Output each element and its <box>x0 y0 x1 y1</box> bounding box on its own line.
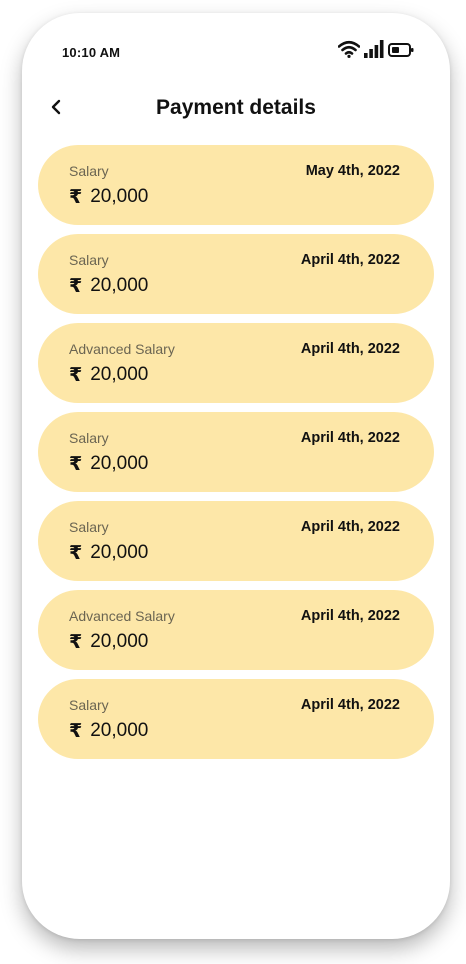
payment-date: April 4th, 2022 <box>300 341 400 357</box>
payment-amount: ₹ 20,000 <box>69 720 148 742</box>
rupee-icon: ₹ <box>69 186 83 208</box>
payment-date: April 4th, 2022 <box>300 430 400 446</box>
payment-card[interactable]: Salary April 4th, 2022 ₹ 20,000 <box>38 501 434 581</box>
payment-card[interactable]: Salary April 4th, 2022 ₹ 20,000 <box>38 679 434 759</box>
rupee-icon: ₹ <box>69 275 83 297</box>
payment-type: Advanced Salary <box>69 341 175 357</box>
payment-card[interactable]: Salary April 4th, 2022 ₹ 20,000 <box>38 234 434 314</box>
payment-type: Salary <box>69 163 109 179</box>
amount-value: 20,000 <box>90 542 149 563</box>
payment-type: Salary <box>69 430 109 446</box>
amount-value: 20,000 <box>90 631 149 652</box>
amount-value: 20,000 <box>90 186 149 207</box>
amount-value: 20,000 <box>90 275 149 296</box>
payment-type: Salary <box>69 519 109 535</box>
rupee-icon: ₹ <box>69 631 83 653</box>
payment-date: April 4th, 2022 <box>300 608 400 624</box>
payment-amount: ₹ 20,000 <box>69 453 148 475</box>
payment-date: April 4th, 2022 <box>300 252 400 268</box>
wifi-icon <box>337 40 361 63</box>
amount-value: 20,000 <box>90 364 149 385</box>
payment-date: May 4th, 2022 <box>305 163 400 179</box>
rupee-icon: ₹ <box>69 453 83 475</box>
rupee-icon: ₹ <box>69 542 83 564</box>
payment-type: Advanced Salary <box>69 608 175 624</box>
header: Payment details <box>22 91 450 127</box>
phone-frame: 10:10 AM Payment details Salary May 4th,… <box>22 13 450 939</box>
payment-date: April 4th, 2022 <box>300 519 400 535</box>
payment-card[interactable]: Salary May 4th, 2022 ₹ 20,000 <box>38 145 434 225</box>
payment-card[interactable]: Salary April 4th, 2022 ₹ 20,000 <box>38 412 434 492</box>
status-time: 10:10 AM <box>62 45 121 60</box>
status-icons <box>337 40 414 63</box>
signal-icon <box>364 40 384 63</box>
page-title: Payment details <box>156 96 316 119</box>
status-bar: 10:10 AM <box>22 13 450 83</box>
payment-amount: ₹ 20,000 <box>69 186 148 208</box>
payment-amount: ₹ 20,000 <box>69 542 148 564</box>
amount-value: 20,000 <box>90 720 149 741</box>
rupee-icon: ₹ <box>69 364 83 386</box>
payment-amount: ₹ 20,000 <box>69 275 148 297</box>
payment-list: Salary May 4th, 2022 ₹ 20,000 Salary Apr… <box>38 145 434 768</box>
payment-type: Salary <box>69 697 109 713</box>
battery-icon <box>388 42 414 63</box>
payment-date: April 4th, 2022 <box>300 697 400 713</box>
payment-amount: ₹ 20,000 <box>69 364 148 386</box>
payment-amount: ₹ 20,000 <box>69 631 148 653</box>
payment-type: Salary <box>69 252 109 268</box>
rupee-icon: ₹ <box>69 720 83 742</box>
payment-card[interactable]: Advanced Salary April 4th, 2022 ₹ 20,000 <box>38 323 434 403</box>
payment-card[interactable]: Advanced Salary April 4th, 2022 ₹ 20,000 <box>38 590 434 670</box>
amount-value: 20,000 <box>90 453 149 474</box>
